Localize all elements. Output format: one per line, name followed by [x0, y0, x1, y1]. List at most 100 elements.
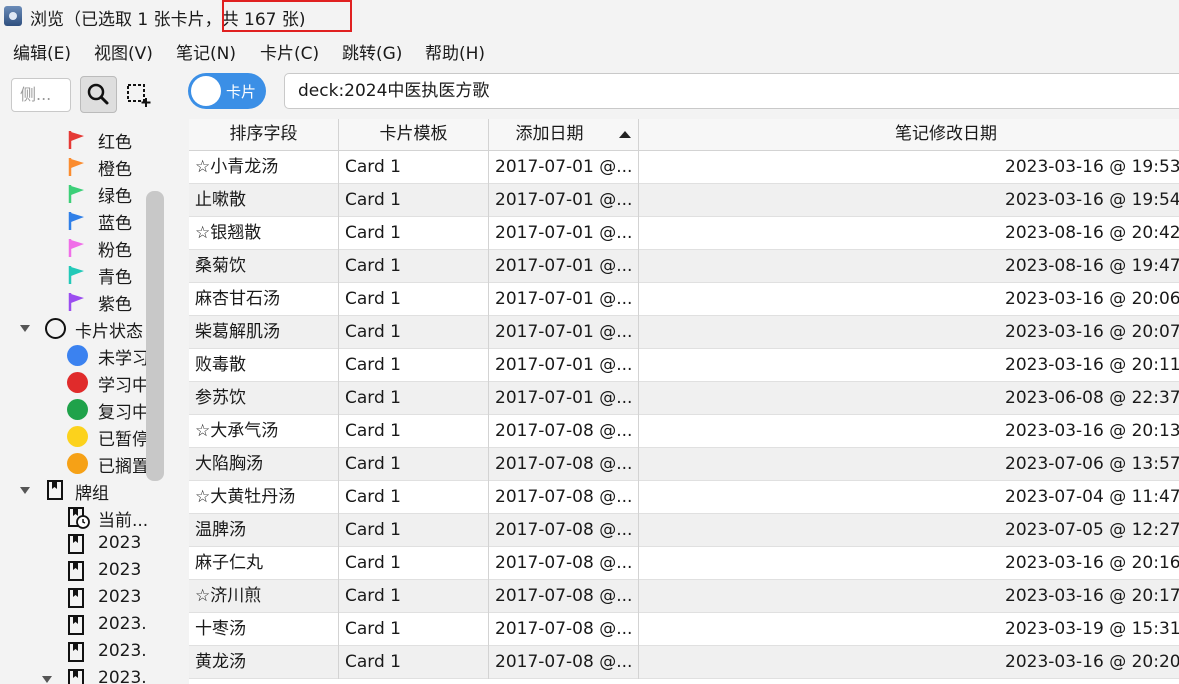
table-row[interactable]: ☆济川煎 Card 1 2017-07-08 @... 2023-03-16 @ 20… — [189, 580, 1179, 613]
toggle-knob — [191, 76, 221, 106]
column-added-date[interactable]: 添加日期 — [489, 119, 639, 150]
selection-tool-button[interactable] — [125, 82, 151, 108]
cell-sort-field: 桑菊饮 — [189, 250, 339, 283]
table-row[interactable]: 黄龙汤 Card 1 2017-07-08 @... 2023-03-16 @ 20:… — [189, 646, 1179, 679]
cell-note-modified: 2023-03-16 @ 20:07 — [1005, 322, 1179, 342]
sidebar-item-state-review[interactable]: 复习中 — [67, 396, 147, 423]
table-row[interactable]: 温脾汤 Card 1 2017-07-08 @... 2023-07-05 @ 12:… — [189, 514, 1179, 547]
cards-notes-toggle[interactable]: 卡片 — [188, 73, 266, 109]
orange-flag-icon — [68, 158, 84, 176]
table-row[interactable]: ☆银翘散 Card 1 2017-07-01 @... 2023-08-16 @ 20… — [189, 217, 1179, 250]
sidebar-item-deck[interactable]: 2023 — [68, 558, 148, 585]
sidebar-item-deck[interactable]: 2023. — [68, 639, 148, 666]
deck-icon — [68, 615, 84, 635]
green-flag-icon — [68, 185, 84, 203]
sidebar-item-label: 2023. — [98, 641, 147, 661]
sidebar-item-label: 学习中 — [98, 376, 147, 396]
sidebar-item-deck[interactable]: 2023 — [68, 531, 148, 558]
table-row[interactable]: 参苏饮 Card 1 2017-07-01 @... 2023-06-08 @ 22:… — [189, 382, 1179, 415]
sidebar-item-state-new[interactable]: 未学习 — [67, 342, 147, 369]
menu-edit[interactable]: 编辑(E) — [13, 39, 71, 64]
select-area-icon — [127, 84, 151, 107]
cell-sort-field: ☆大黄牡丹汤 — [189, 481, 339, 514]
sidebar-item-state-buried[interactable]: 已搁置 — [67, 450, 147, 477]
sidebar-item-decks[interactable]: 牌组 — [20, 477, 150, 504]
deck-clock-icon — [68, 507, 90, 529]
cell-card-template: Card 1 — [339, 349, 489, 382]
menu-go[interactable]: 跳转(G) — [342, 39, 402, 64]
cell-note-modified: 2023-08-16 @ 20:42 — [1005, 223, 1179, 243]
app-icon — [4, 6, 22, 26]
chevron-down-icon[interactable] — [20, 325, 30, 332]
sidebar-item-flag-blue[interactable]: 蓝色 — [68, 207, 148, 234]
column-note-modified[interactable]: 笔记修改日期 — [639, 119, 1179, 150]
chevron-down-icon[interactable] — [20, 487, 30, 494]
sidebar-item-label: 2023. — [98, 668, 147, 684]
cell-card-template: Card 1 — [339, 514, 489, 547]
table-row[interactable]: 柴葛解肌汤 Card 1 2017-07-01 @... 2023-03-16 @ 2… — [189, 316, 1179, 349]
table-row[interactable]: ☆大黄牡丹汤 Card 1 2017-07-08 @... 2023-07-04 @ … — [189, 481, 1179, 514]
table-row[interactable]: 止嗽散 Card 1 2017-07-01 @... 2023-03-16 @ 19:… — [189, 184, 1179, 217]
table-row[interactable]: 十枣汤 Card 1 2017-07-08 @... 2023-03-19 @ 15:… — [189, 613, 1179, 646]
sidebar-item-label: 2023 — [98, 533, 142, 553]
sidebar-item-label: 红色 — [98, 133, 132, 153]
menu-notes[interactable]: 笔记(N) — [176, 39, 236, 64]
deck-icon — [68, 561, 84, 581]
column-sort-field[interactable]: 排序字段 — [189, 119, 339, 150]
menu-help[interactable]: 帮助(H) — [425, 39, 485, 64]
sidebar-item-card-state[interactable]: 卡片状态 — [20, 315, 150, 342]
sidebar-item-label: 2023 — [98, 560, 142, 580]
sidebar-item-label: 已暂停 — [98, 430, 147, 450]
sidebar-item-label: 牌组 — [75, 484, 109, 504]
title-selection-text: 浏览（已选取 1 张卡片， — [30, 10, 222, 30]
cell-added-date: 2017-07-01 @... — [489, 250, 639, 283]
sidebar-item-flag-cyan[interactable]: 青色 — [68, 261, 148, 288]
sidebar-item-flag-red[interactable]: 红色 — [68, 126, 148, 153]
column-card-template[interactable]: 卡片模板 — [339, 119, 489, 150]
cell-sort-field: 大陷胸汤 — [189, 448, 339, 481]
cell-note-modified: 2023-07-04 @ 11:47 — [1005, 487, 1179, 507]
sidebar-item-deck[interactable]: 2023. — [68, 612, 148, 639]
sidebar-item-flag-purple[interactable]: 紫色 — [68, 288, 148, 315]
table-row[interactable]: 败毒散 Card 1 2017-07-01 @... 2023-03-16 @ 20:… — [189, 349, 1179, 382]
toggle-label: 卡片 — [226, 83, 257, 101]
sidebar-item-flag-green[interactable]: 绿色 — [68, 180, 148, 207]
table-row[interactable]: ☆小青龙汤 Card 1 2017-07-01 @... 2023-03-16 @ 1… — [189, 151, 1179, 184]
table-row[interactable]: 大陷胸汤 Card 1 2017-07-08 @... 2023-07-06 @ 13… — [189, 448, 1179, 481]
sidebar-item-state-suspended[interactable]: 已暂停 — [67, 423, 147, 450]
search-button[interactable] — [80, 76, 117, 113]
sidebar-item-flag-orange[interactable]: 橙色 — [68, 153, 148, 180]
sidebar-search-input[interactable]: 侧... — [11, 78, 71, 112]
menu-view[interactable]: 视图(V) — [94, 39, 153, 64]
cell-note-modified: 2023-03-16 @ 20:11 — [1005, 355, 1179, 375]
browser-search-input[interactable]: deck:2024中医执医方歌 — [284, 73, 1179, 109]
sidebar-item-label: 绿色 — [98, 187, 132, 207]
sidebar-item-deck[interactable]: 2023 — [68, 585, 148, 612]
table-row[interactable]: 麻杏甘石汤 Card 1 2017-07-01 @... 2023-03-16 @ 2… — [189, 283, 1179, 316]
sidebar-item-label: 卡片状态 — [75, 322, 143, 342]
cell-sort-field: ☆济川煎 — [189, 580, 339, 613]
table-row[interactable]: 麻子仁丸 Card 1 2017-07-08 @... 2023-03-16 @ 20… — [189, 547, 1179, 580]
highlight-box — [222, 0, 352, 32]
sidebar-item-deck[interactable]: 2023. — [42, 666, 152, 684]
cell-added-date: 2017-07-01 @... — [489, 184, 639, 217]
sidebar-scrollbar[interactable] — [146, 191, 164, 481]
cell-card-template: Card 1 — [339, 448, 489, 481]
table-row[interactable]: ☆大承气汤 Card 1 2017-07-08 @... 2023-03-16 @ 2… — [189, 415, 1179, 448]
main-panel: 卡片 deck:2024中医执医方歌 排序字段 卡片模板 添加日期 笔记修改日期… — [165, 64, 1179, 684]
sidebar-item-state-learning[interactable]: 学习中 — [67, 369, 147, 396]
cell-sort-field: 黄龙汤 — [189, 646, 339, 679]
table-row[interactable]: 桑菊饮 Card 1 2017-07-01 @... 2023-08-16 @ 19:… — [189, 250, 1179, 283]
sidebar-item-label: 2023 — [98, 587, 142, 607]
table-header: 排序字段 卡片模板 添加日期 笔记修改日期 — [189, 119, 1179, 151]
menu-bar: 编辑(E) 视图(V) 笔记(N) 卡片(C) 跳转(G) 帮助(H) — [0, 34, 1179, 64]
cell-card-template: Card 1 — [339, 217, 489, 250]
menu-cards[interactable]: 卡片(C) — [260, 39, 319, 64]
cell-added-date: 2017-07-08 @... — [489, 415, 639, 448]
chevron-down-icon[interactable] — [42, 676, 52, 683]
cell-card-template: Card 1 — [339, 250, 489, 283]
cell-sort-field: 柴葛解肌汤 — [189, 316, 339, 349]
sidebar-item-deck-current[interactable]: 当前... — [68, 504, 148, 531]
sidebar-item-flag-pink[interactable]: 粉色 — [68, 234, 148, 261]
purple-flag-icon — [68, 293, 84, 311]
